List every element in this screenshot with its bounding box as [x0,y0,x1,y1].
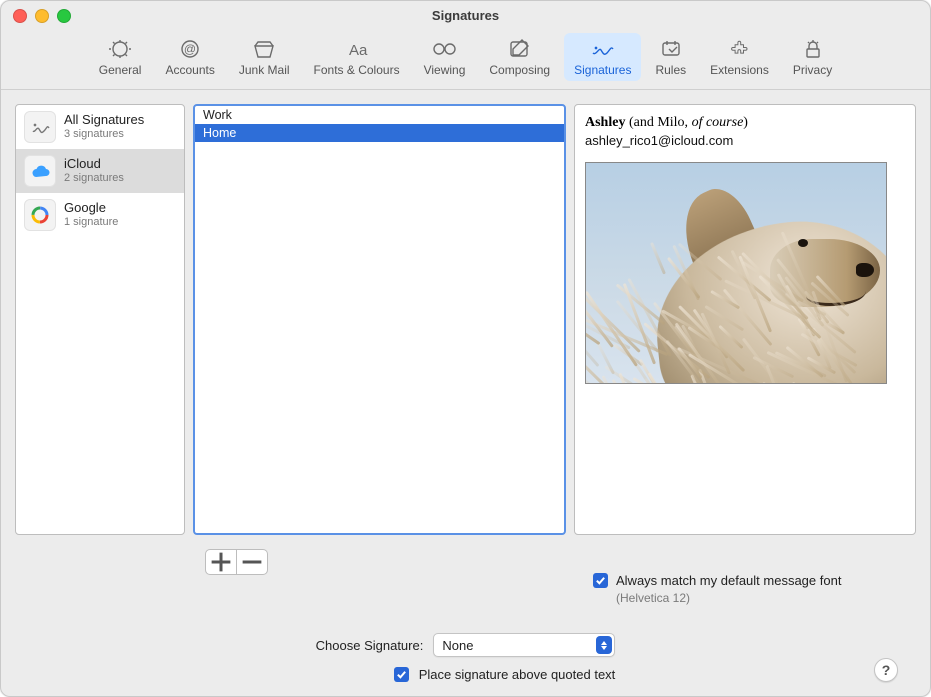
tab-junk[interactable]: Junk Mail [229,33,300,81]
account-subtitle: 3 signatures [64,128,144,141]
account-subtitle: 1 signature [64,216,118,229]
tab-label: Junk Mail [239,63,290,77]
match-font-checkbox[interactable] [593,573,608,588]
tab-viewing[interactable]: Viewing [414,33,476,81]
popup-arrows-icon [596,636,612,654]
footer: Choose Signature: None Place signature a… [15,633,916,696]
tab-extensions[interactable]: Extensions [700,33,779,81]
tab-label: Privacy [793,63,832,77]
svg-text:Aa: Aa [349,42,368,59]
check-icon [595,575,606,586]
account-name: Google [64,201,118,216]
signature-row[interactable]: Home [195,124,564,142]
svg-text:@: @ [184,42,196,56]
privacy-icon [799,37,827,61]
rules-icon [657,37,685,61]
window-title: Signatures [432,8,499,23]
remove-signature-button[interactable] [237,549,268,575]
minus-icon [237,547,267,577]
account-name: All Signatures [64,113,144,128]
match-font-option: Always match my default message font (He… [593,573,916,605]
extensions-icon [726,37,754,61]
choose-signature-popup[interactable]: None [433,633,615,657]
icloud-icon [24,155,56,187]
match-font-hint: (Helvetica 12) [616,591,841,605]
tab-rules[interactable]: Rules [645,33,696,81]
zoom-window-button[interactable] [57,9,71,23]
tab-label: Signatures [574,63,631,77]
account-google[interactable]: Google1 signature [16,193,184,237]
choose-signature-value: None [442,638,473,653]
signature-row[interactable]: Work [195,106,564,124]
close-window-button[interactable] [13,9,27,23]
place-above-label: Place signature above quoted text [419,667,616,682]
signature-email: ashley_rico1@icloud.com [585,133,905,148]
choose-signature-label: Choose Signature: [316,638,424,653]
fonts-icon: Aa [343,37,371,61]
check-icon [396,669,407,680]
signatures-icon [589,37,617,61]
preferences-window: Signatures General @ Accounts Junk Mail Aa Fo… [0,0,931,697]
tab-accounts[interactable]: @ Accounts [155,33,224,81]
general-icon [106,37,134,61]
match-font-label: Always match my default message font [616,573,841,589]
list-edit-buttons [205,549,916,575]
account-subtitle: 2 signatures [64,172,124,185]
tab-label: Viewing [424,63,466,77]
tab-privacy[interactable]: Privacy [783,33,842,81]
signature-list[interactable]: WorkHome [193,104,566,535]
tab-label: Extensions [710,63,769,77]
help-button[interactable]: ? [874,658,898,682]
window-controls [13,9,71,23]
viewing-icon [430,37,458,61]
tab-label: Rules [655,63,686,77]
junk-icon [250,37,278,61]
signature-preview[interactable]: Ashley (and Milo, of course) ashley_rico… [574,104,916,535]
tab-signatures[interactable]: Signatures [564,33,641,81]
accounts-sidebar: All Signatures3 signaturesiCloud2 signat… [15,104,185,535]
add-signature-button[interactable] [205,549,237,575]
account-icloud[interactable]: iCloud2 signatures [16,149,184,193]
signature-icon [24,111,56,143]
place-above-checkbox[interactable] [394,667,409,682]
account-name: iCloud [64,157,124,172]
place-above-row: Place signature above quoted text [394,667,616,682]
signature-image[interactable] [585,162,887,384]
tab-label: Fonts & Colours [314,63,400,77]
minimize-window-button[interactable] [35,9,49,23]
prefs-toolbar: General @ Accounts Junk Mail Aa Fonts & Colou… [1,29,930,90]
content-area: All Signatures3 signaturesiCloud2 signat… [1,90,930,535]
composing-icon [506,37,534,61]
accounts-icon: @ [176,37,204,61]
tab-label: Composing [489,63,550,77]
titlebar: Signatures [1,1,930,29]
plus-icon [206,547,236,577]
tab-label: Accounts [165,63,214,77]
google-icon [24,199,56,231]
choose-signature-row: Choose Signature: None [316,633,616,657]
signature-name-line: Ashley (and Milo, of course) [585,115,905,131]
tab-general[interactable]: General [89,33,152,81]
tab-composing[interactable]: Composing [479,33,560,81]
below-content: Always match my default message font (He… [1,535,930,696]
account-all[interactable]: All Signatures3 signatures [16,105,184,149]
tab-label: General [99,63,142,77]
tab-fonts[interactable]: Aa Fonts & Colours [304,33,410,81]
